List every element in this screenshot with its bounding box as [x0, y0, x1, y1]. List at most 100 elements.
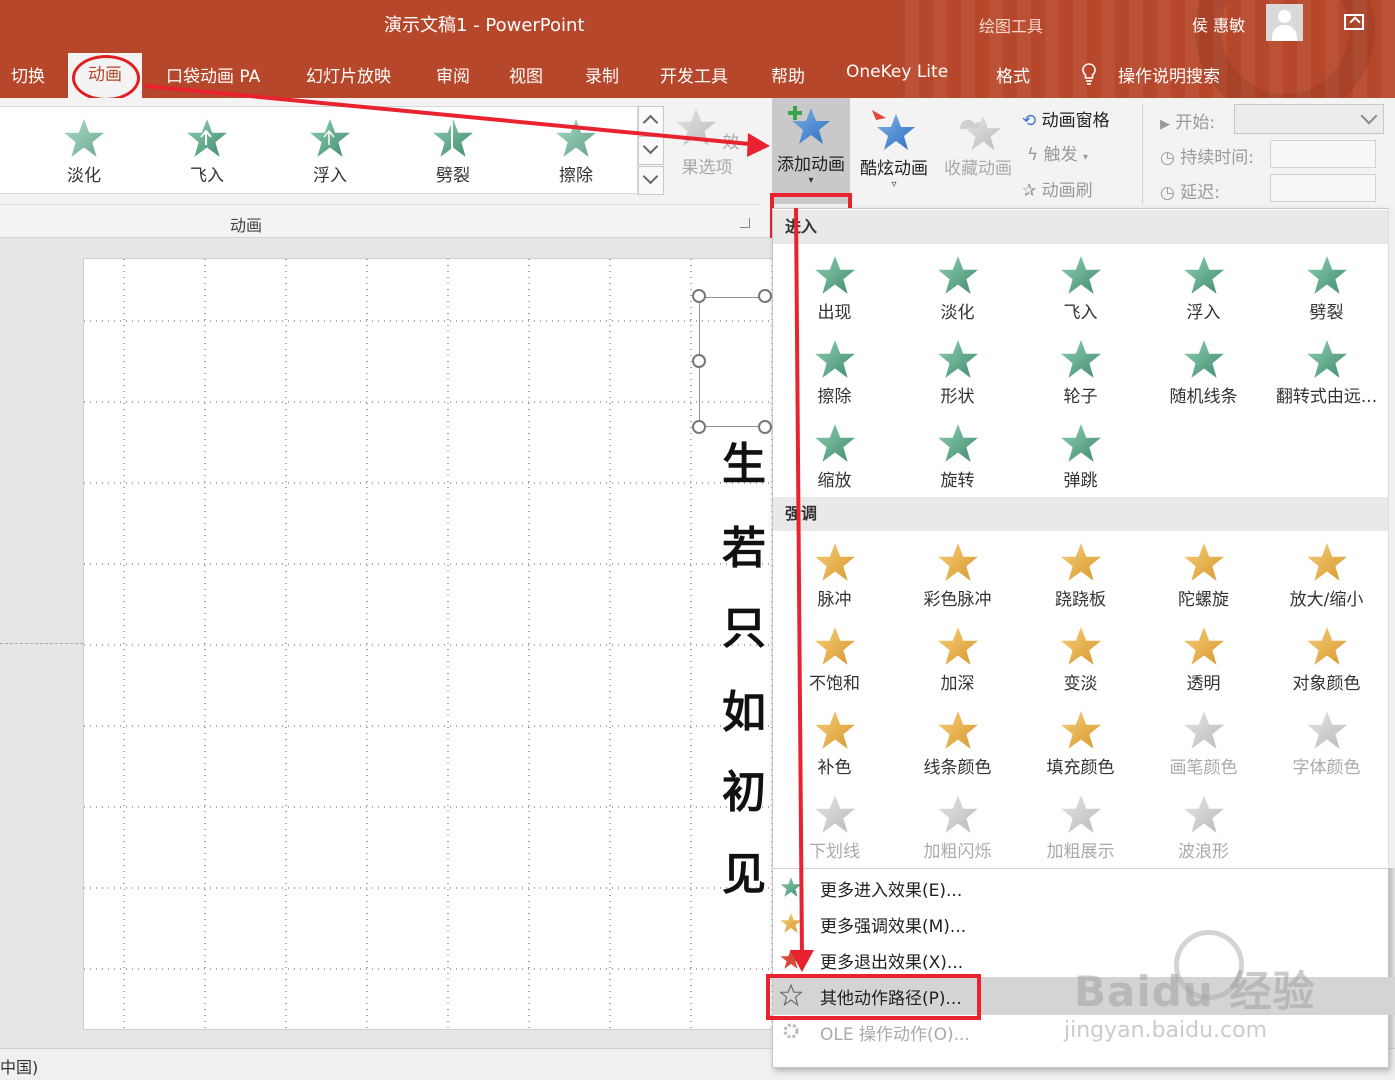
tab-review[interactable]: 审阅: [436, 62, 470, 87]
gallery-fly-in[interactable]: 飞入: [167, 117, 247, 186]
play-icon: ▶: [1160, 117, 1170, 132]
emphasis-effect-1[interactable]: 脉冲: [773, 533, 896, 617]
tab-developer[interactable]: 开发工具: [660, 62, 728, 87]
entrance-star-icon: [1060, 422, 1102, 464]
tab-pocket-animation[interactable]: 口袋动画 PA: [166, 62, 260, 87]
entrance-effect-5[interactable]: 劈裂: [1265, 246, 1388, 330]
tab-slideshow[interactable]: 幻灯片放映: [306, 62, 391, 87]
effect-options-button[interactable]: 效果选项: [668, 106, 746, 178]
entrance-star-icon: [937, 338, 979, 380]
emphasis-effect-6[interactable]: 不饱和: [773, 617, 896, 701]
emphasis-effect-5[interactable]: 放大/缩小: [1265, 533, 1388, 617]
entrance-effect-8[interactable]: 轮子: [1019, 330, 1142, 414]
entrance-star-icon: [814, 338, 856, 380]
ribbon-display-icon[interactable]: [1344, 14, 1364, 30]
entrance-star-icon: [814, 254, 856, 296]
entrance-effect-label: 随机线条: [1169, 387, 1238, 407]
dialog-launcher-icon[interactable]: [740, 218, 750, 228]
add-animation-button[interactable]: 添加动画 ▾: [772, 98, 850, 204]
ole-action-verbs: OLE 操作动作(O)...: [820, 1025, 970, 1045]
tab-help[interactable]: 帮助: [771, 62, 805, 87]
group-label-animation: 动画: [230, 216, 263, 235]
animation-painter-button[interactable]: ✰ 动画刷: [1022, 176, 1093, 201]
entrance-effect-label: 翻转式由远...: [1275, 387, 1378, 407]
emphasis-effect-2[interactable]: 彩色脉冲: [896, 533, 1019, 617]
context-tab-drawing-tools: 绘图工具: [979, 17, 1044, 36]
tab-view[interactable]: 视图: [509, 62, 543, 87]
start-select[interactable]: [1234, 104, 1384, 134]
emphasis-effect-label: 填充颜色: [1046, 758, 1115, 778]
delay-spinner[interactable]: [1270, 174, 1376, 202]
emphasis-star-icon: [814, 793, 856, 835]
emphasis-effect-4[interactable]: 陀螺旋: [1142, 533, 1265, 617]
entrance-effect-10[interactable]: 翻转式由远...: [1265, 330, 1388, 414]
gallery-split[interactable]: 劈裂: [413, 117, 493, 186]
animation-pane-button[interactable]: ⟲ 动画窗格: [1022, 106, 1110, 131]
tab-onekey-lite[interactable]: OneKey Lite: [846, 62, 948, 82]
favorite-animation-button[interactable]: 收藏动画: [938, 106, 1018, 179]
emphasis-effect-label: 放大/缩小: [1289, 590, 1364, 610]
emphasis-star-icon: [1060, 541, 1102, 583]
chevron-up-icon: [642, 114, 659, 131]
entrance-effect-9[interactable]: 随机线条: [1142, 330, 1265, 414]
duration-spinner[interactable]: [1270, 140, 1376, 168]
resize-handle[interactable]: [692, 354, 706, 368]
gallery-fade[interactable]: 淡化: [44, 117, 124, 186]
emphasis-effect-13[interactable]: 填充颜色: [1019, 701, 1142, 785]
entrance-effect-11[interactable]: 缩放: [773, 414, 896, 498]
expand-icon: [642, 168, 659, 185]
entrance-effect-12[interactable]: 旋转: [896, 414, 1019, 498]
more-emphasis-effects[interactable]: 更多强调效果(M)...: [820, 912, 966, 937]
emphasis-star-icon: [1060, 625, 1102, 667]
entrance-effect-7[interactable]: 形状: [896, 330, 1019, 414]
emphasis-effect-label: 变淡: [1063, 674, 1098, 694]
gallery-wipe[interactable]: 擦除: [536, 117, 616, 186]
slide-text-char: 生: [722, 439, 766, 490]
resize-handle[interactable]: [758, 289, 772, 303]
entrance-effect-label: 飞入: [1063, 303, 1098, 323]
entrance-effect-4[interactable]: 浮入: [1142, 246, 1265, 330]
gallery-down-button[interactable]: [638, 136, 664, 165]
gallery-more-button[interactable]: [638, 166, 664, 195]
emphasis-effect-11[interactable]: 补色: [773, 701, 896, 785]
title-bar: 演示文稿1 - PowerPoint 绘图工具 侯 惠敏 切换 动画 口袋动画 …: [0, 0, 1395, 98]
animation-pane-icon: ⟲: [1022, 111, 1037, 131]
entrance-effect-13[interactable]: 弹跳: [1019, 414, 1142, 498]
emphasis-effect-12[interactable]: 线条颜色: [896, 701, 1019, 785]
emphasis-star-icon: [1183, 541, 1225, 583]
emphasis-effect-10[interactable]: 对象颜色: [1265, 617, 1388, 701]
emphasis-effect-label: 补色: [817, 758, 852, 778]
gallery-up-button[interactable]: [638, 106, 664, 135]
clock-icon: ◷: [1160, 183, 1175, 203]
entrance-effect-1[interactable]: 出现: [773, 246, 896, 330]
entrance-effect-2[interactable]: 淡化: [896, 246, 1019, 330]
emphasis-effect-label: 字体颜色: [1292, 758, 1361, 778]
cool-animation-button[interactable]: 酷炫动画 ▿: [855, 106, 933, 190]
emphasis-effect-7[interactable]: 加深: [896, 617, 1019, 701]
entrance-effect-3[interactable]: 飞入: [1019, 246, 1142, 330]
trigger-button[interactable]: ϟ 触发 ▾: [1027, 140, 1088, 165]
entrance-effect-6[interactable]: 擦除: [773, 330, 896, 414]
tab-transitions[interactable]: 切换: [11, 62, 45, 87]
more-entrance-effects[interactable]: 更多进入效果(E)...: [820, 876, 962, 901]
language-status[interactable]: 中国): [0, 1054, 38, 1078]
tab-format[interactable]: 格式: [996, 62, 1030, 87]
resize-handle[interactable]: [692, 289, 706, 303]
avatar[interactable]: [1266, 4, 1303, 41]
slide-canvas[interactable]: [83, 258, 783, 1030]
resize-handle[interactable]: [692, 420, 706, 434]
gallery-float-in[interactable]: 浮入: [290, 117, 370, 186]
group-separator: [0, 204, 760, 205]
user-name[interactable]: 侯 惠敏: [1192, 12, 1245, 36]
emphasis-star-icon: [814, 541, 856, 583]
tab-record[interactable]: 录制: [585, 62, 619, 87]
emphasis-effect-9[interactable]: 透明: [1142, 617, 1265, 701]
cool-animation-icon: [872, 110, 915, 150]
fly-in-star-icon: [186, 117, 228, 159]
emphasis-effect-3[interactable]: 跷跷板: [1019, 533, 1142, 617]
emphasis-effect-8[interactable]: 变淡: [1019, 617, 1142, 701]
dropdown-scrollbar[interactable]: [1388, 208, 1395, 868]
tell-me-search[interactable]: 操作说明搜索: [1118, 62, 1220, 87]
emphasis-effect-label: 加深: [940, 674, 975, 694]
more-exit-effects[interactable]: 更多退出效果(X)...: [820, 948, 963, 973]
